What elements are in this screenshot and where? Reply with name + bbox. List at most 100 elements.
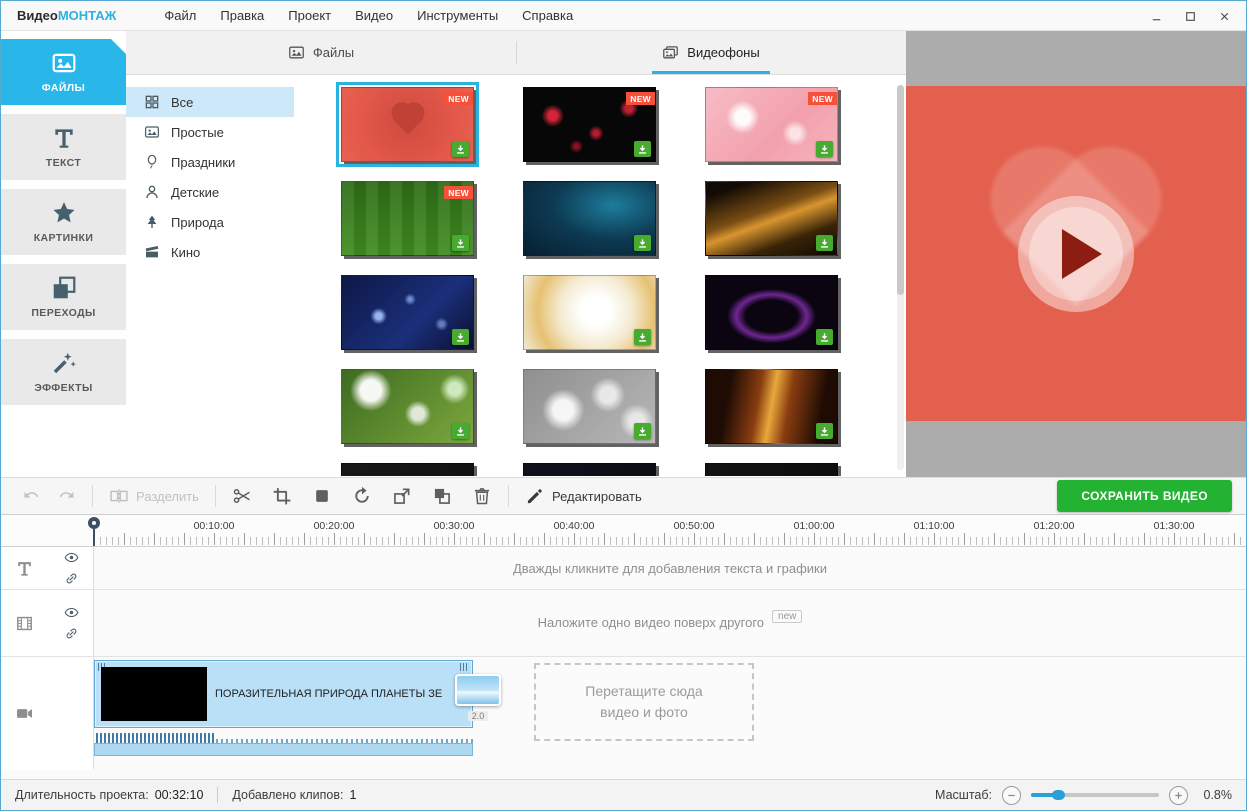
layers-button[interactable] [425, 481, 459, 511]
category-kids[interactable]: Детские [126, 177, 294, 207]
download-icon[interactable] [634, 235, 651, 251]
transition-duration: 2.0 [467, 711, 489, 721]
menu-item-4[interactable]: Инструменты [405, 3, 510, 28]
thumbnail-gray-bokeh[interactable] [523, 369, 656, 444]
text-track-icon [15, 559, 34, 578]
ruler-major-ticks [94, 533, 1246, 545]
menu-item-2[interactable]: Проект [276, 3, 343, 28]
category-simple[interactable]: Простые [126, 117, 294, 147]
delete-button[interactable] [465, 481, 499, 511]
playhead[interactable] [88, 517, 100, 546]
eye-icon[interactable] [64, 550, 79, 565]
category-holidays[interactable]: Праздники [126, 147, 294, 177]
effects-icon [51, 350, 77, 376]
thumbnail-golden-lines[interactable] [705, 369, 838, 444]
scrollbar-thumb[interactable] [897, 85, 904, 295]
redo-button[interactable] [49, 481, 83, 511]
thumbnail-red-heart[interactable]: NEW [336, 82, 479, 167]
thumbnail-football-field[interactable]: NEW [341, 181, 474, 256]
thumbnail-teal-abstract[interactable] [523, 181, 656, 256]
crop-button[interactable] [265, 481, 299, 511]
download-icon[interactable] [816, 235, 833, 251]
category-nature[interactable]: Природа [126, 207, 294, 237]
edit-button[interactable]: Редактировать [518, 481, 649, 511]
clip-right-handle[interactable] [460, 663, 469, 671]
duration-value: 00:32:10 [154, 788, 204, 802]
scrollbar-track[interactable] [897, 85, 904, 470]
video-clip[interactable]: ПОРАЗИТЕЛЬНАЯ ПРИРОДА ПЛАНЕТЫ ЗЕ [94, 660, 473, 728]
thumbnail-golden-waves[interactable] [705, 181, 838, 256]
eye-icon[interactable] [64, 605, 79, 620]
replace-button[interactable] [385, 481, 419, 511]
thumbnail-blue-particles[interactable] [341, 275, 474, 350]
playhead-handle[interactable] [88, 517, 100, 529]
save-video-button[interactable]: СОХРАНИТЬ ВИДЕО [1057, 480, 1232, 512]
timeline-ruler[interactable]: 00:10:00 00:20:00 00:30:00 00:40:00 00:50:00… [1, 515, 1246, 547]
menu-item-0[interactable]: Файл [152, 3, 208, 28]
tab-videobg[interactable]: Видеофоны [516, 31, 906, 74]
thumbnail-dark-background-1[interactable] [341, 463, 474, 476]
download-icon[interactable] [452, 423, 469, 439]
zoom-out-button[interactable] [1002, 785, 1021, 805]
play-button[interactable] [1018, 195, 1134, 312]
download-icon[interactable] [816, 141, 833, 157]
thumbnail-green-bokeh[interactable] [341, 369, 474, 444]
toolbar: Разделить Редактировать СОХРАНИТЬ ВИДЕО [1, 477, 1246, 515]
scissors-button[interactable] [225, 481, 259, 511]
zoom-slider-thumb[interactable] [1052, 790, 1065, 800]
maximize-button[interactable] [1180, 6, 1200, 26]
link-icon[interactable] [64, 571, 79, 586]
audio-waveform[interactable] [94, 732, 473, 757]
ruler-label: 01:30:00 [1153, 520, 1195, 532]
category-all[interactable]: Все [126, 87, 294, 117]
transition-item[interactable]: 2.0 [452, 674, 504, 724]
menu-item-1[interactable]: Правка [208, 3, 276, 28]
sidebar-item-text[interactable]: ТЕКСТ [1, 114, 126, 180]
frame-button[interactable] [305, 481, 339, 511]
rotate-button[interactable] [345, 481, 379, 511]
video-track-body[interactable]: ПОРАЗИТЕЛЬНАЯ ПРИРОДА ПЛАНЕТЫ ЗЕ 2.0 Пер… [94, 657, 1246, 769]
category-list: Все Простые Праздники Детские Природа Кино [126, 75, 294, 476]
download-icon[interactable] [634, 329, 651, 345]
category-cinema[interactable]: Кино [126, 237, 294, 267]
waveform-strip [94, 743, 473, 756]
minimize-button[interactable] [1146, 6, 1166, 26]
thumbnail-pink-hearts[interactable]: NEW [705, 87, 838, 162]
zoom-in-button[interactable] [1169, 785, 1188, 805]
thumbnail-dark-background-2[interactable] [523, 463, 656, 476]
sidebar-item-effects[interactable]: ЭФФЕКТЫ [1, 339, 126, 405]
overlay-track-toggles [64, 605, 79, 641]
download-icon[interactable] [452, 235, 469, 251]
zoom-slider[interactable] [1031, 788, 1159, 802]
tab-files[interactable]: Файлы [126, 31, 516, 74]
sidebar-item-label: ЭФФЕКТЫ [34, 382, 93, 394]
thumbnail-black-red-particles[interactable]: NEW [523, 87, 656, 162]
menu-item-3[interactable]: Видео [343, 3, 405, 28]
thumbnail-gold-flower[interactable] [523, 275, 656, 350]
category-label: Детские [171, 184, 220, 200]
thumbnail-purple-ring[interactable] [705, 275, 838, 350]
download-icon[interactable] [452, 329, 469, 345]
thumbnail-area: NEW NEW NEW NEW [294, 75, 906, 476]
status-bar: Длительность проекта: 00:32:10 Добавлено… [1, 779, 1246, 810]
video-track: ПОРАЗИТЕЛЬНАЯ ПРИРОДА ПЛАНЕТЫ ЗЕ 2.0 Пер… [1, 657, 1246, 769]
link-icon[interactable] [64, 626, 79, 641]
download-icon[interactable] [634, 141, 651, 157]
dropzone[interactable]: Перетащите сюда видео и фото [534, 663, 754, 741]
undo-button[interactable] [15, 481, 49, 511]
sidebar-item-transitions[interactable]: ПЕРЕХОДЫ [1, 264, 126, 330]
split-button[interactable]: Разделить [102, 481, 206, 511]
download-icon[interactable] [452, 141, 469, 157]
play-button-inner [1029, 206, 1123, 301]
sidebar-item-pictures[interactable]: КАРТИНКИ [1, 189, 126, 255]
toolbar-separator [507, 485, 509, 507]
sidebar-item-files[interactable]: ФАЙЛЫ [1, 39, 126, 105]
download-icon[interactable] [816, 329, 833, 345]
thumbnail-dark-background-3[interactable] [705, 463, 838, 476]
download-icon[interactable] [634, 423, 651, 439]
overlay-track-body[interactable]: Наложите одно видео поверх другого new [94, 590, 1246, 656]
menu-item-5[interactable]: Справка [510, 3, 585, 28]
text-track-body[interactable]: Дважды кликните для добавления текста и … [94, 547, 1246, 589]
close-button[interactable] [1214, 6, 1234, 26]
download-icon[interactable] [816, 423, 833, 439]
